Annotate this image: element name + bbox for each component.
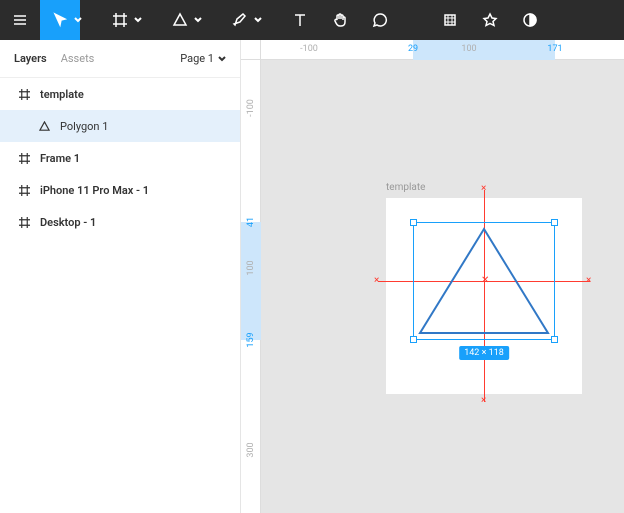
layer-name: Polygon 1 [60, 120, 108, 133]
resize-handle-br[interactable] [551, 336, 558, 343]
layer-item[interactable]: Polygon 1 [0, 110, 240, 142]
hand-tool[interactable] [320, 0, 360, 40]
resize-handle-bl[interactable] [410, 336, 417, 343]
guide-mark: × [586, 276, 591, 286]
selection-bbox[interactable] [413, 222, 555, 340]
layer-name: template [40, 88, 84, 101]
frame-icon [16, 89, 32, 100]
ruler-tick: 100 [246, 260, 256, 275]
contrast-tool[interactable] [510, 0, 550, 40]
resize-handle-tr[interactable] [551, 219, 558, 226]
polygon-tool-chevron-icon[interactable] [194, 0, 206, 40]
layer-item[interactable]: Frame 1 [0, 142, 240, 174]
chevron-down-icon [218, 55, 226, 63]
ruler-tick: 159 [246, 332, 256, 347]
guide-mark: × [481, 396, 486, 406]
ruler-tick: -100 [300, 44, 318, 54]
guide-mark: × [481, 184, 486, 194]
frame-icon [16, 217, 32, 228]
main-area: Layers Assets Page 1 template Polygon 1 Fr… [0, 40, 624, 513]
resize-handle-tl[interactable] [410, 219, 417, 226]
horizontal-ruler: -100 29 100 171 [261, 40, 624, 60]
layer-list: template Polygon 1 Frame 1 iPhone 11 Pro Ma… [0, 78, 240, 238]
component-tool[interactable] [430, 0, 470, 40]
ruler-tick: 300 [246, 442, 256, 457]
ruler-tick: 41 [246, 217, 256, 227]
layers-panel: Layers Assets Page 1 template Polygon 1 Fr… [0, 40, 241, 513]
ruler-v-selection [241, 222, 261, 340]
page-selector-label: Page 1 [180, 52, 214, 65]
frame-tool-chevron-icon[interactable] [134, 0, 146, 40]
tab-assets[interactable]: Assets [61, 52, 95, 65]
text-tool[interactable] [280, 0, 320, 40]
canvas-area: -100 29 100 171 -100 41 100 159 300 template × × ×… [241, 40, 624, 513]
canvas[interactable]: template××××✕142 × 118 [261, 60, 624, 513]
move-tool-chevron-icon[interactable] [74, 0, 86, 40]
ruler-tick: 171 [547, 44, 562, 54]
ruler-h-selection [413, 40, 555, 60]
pen-tool-chevron-icon[interactable] [254, 0, 266, 40]
frame-icon [16, 185, 32, 196]
dimensions-badge: 142 × 118 [459, 346, 509, 360]
ruler-tick: 29 [408, 44, 418, 54]
layer-name: iPhone 11 Pro Max - 1 [40, 184, 149, 197]
mask-tool[interactable] [470, 0, 510, 40]
comment-tool[interactable] [360, 0, 400, 40]
frame-label[interactable]: template [386, 182, 425, 193]
guide-mark: × [374, 276, 379, 286]
layer-item[interactable]: iPhone 11 Pro Max - 1 [0, 174, 240, 206]
panel-header: Layers Assets Page 1 [0, 40, 240, 78]
tab-layers[interactable]: Layers [14, 52, 47, 65]
ruler-corner [241, 40, 261, 60]
layer-item[interactable]: Desktop - 1 [0, 206, 240, 238]
menu-icon[interactable] [0, 0, 40, 40]
ruler-tick: -100 [246, 99, 256, 117]
ruler-tick: 100 [461, 44, 476, 54]
layer-item[interactable]: template [0, 78, 240, 110]
layer-name: Desktop - 1 [40, 216, 96, 229]
top-toolbar [0, 0, 624, 40]
layer-name: Frame 1 [40, 152, 80, 165]
vertical-ruler: -100 41 100 159 300 [241, 60, 261, 513]
frame-icon [16, 153, 32, 164]
polygon-icon [36, 121, 52, 132]
page-selector[interactable]: Page 1 [180, 52, 226, 65]
